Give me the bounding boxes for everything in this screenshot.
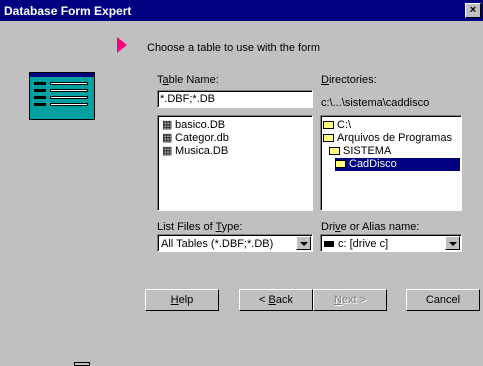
table-icon: ▦ bbox=[162, 132, 173, 144]
left-edge bbox=[0, 21, 6, 315]
table-name-input[interactable]: *.DBF;*.DB bbox=[157, 90, 313, 108]
folder-open-icon bbox=[323, 134, 334, 142]
drive-icon bbox=[324, 241, 334, 247]
step-arrow-icon bbox=[117, 37, 127, 53]
dir-item-arquivos[interactable]: Arquivos de Programas bbox=[323, 132, 452, 145]
instruction-text: Choose a table to use with the form bbox=[147, 42, 321, 54]
chevron-down-icon[interactable] bbox=[296, 236, 311, 250]
chevron-down-icon[interactable] bbox=[445, 236, 460, 250]
cancel-button[interactable]: Cancel bbox=[406, 289, 480, 311]
folder-open-icon bbox=[335, 160, 346, 168]
file-type-label: List Files of Type: bbox=[157, 221, 243, 233]
folder-open-icon bbox=[329, 147, 340, 155]
back-button[interactable]: < Back bbox=[239, 289, 313, 311]
drive-select[interactable]: c: [drive c] bbox=[320, 234, 462, 252]
next-button[interactable]: Next > bbox=[313, 289, 387, 311]
drive-label: Drive or Alias name: bbox=[321, 221, 420, 233]
folder-open-icon bbox=[323, 121, 334, 129]
table-icon: ▦ bbox=[162, 119, 173, 131]
directories-label: Directories: bbox=[321, 74, 377, 86]
list-item[interactable]: ▦ Musica.DB bbox=[162, 145, 228, 158]
directory-tree[interactable]: C:\ Arquivos de Programas SISTEMA CadDis… bbox=[320, 115, 462, 211]
title-bar[interactable]: Database Form Expert × bbox=[0, 0, 483, 21]
table-icon: ▦ bbox=[162, 145, 173, 157]
dir-item-caddisco[interactable]: CadDisco bbox=[335, 158, 460, 171]
file-type-select[interactable]: All Tables (*.DBF;*.DB) bbox=[157, 234, 313, 252]
close-button[interactable]: × bbox=[465, 3, 481, 18]
dir-item-root[interactable]: C:\ bbox=[323, 119, 351, 132]
file-list[interactable]: ▦ basico.DB ▦ Categor.db ▦ Musica.DB bbox=[157, 115, 313, 211]
list-item[interactable]: ▦ Categor.db bbox=[162, 132, 229, 145]
list-item[interactable]: ▦ basico.DB bbox=[162, 119, 225, 132]
table-name-label: Table Name: bbox=[157, 74, 219, 86]
dir-item-sistema[interactable]: SISTEMA bbox=[329, 145, 391, 158]
form-preview-icon bbox=[29, 72, 95, 366]
current-path: c:\...\sistema\caddisco bbox=[321, 97, 430, 109]
window-title: Database Form Expert bbox=[4, 4, 132, 18]
help-button[interactable]: Help bbox=[145, 289, 219, 311]
